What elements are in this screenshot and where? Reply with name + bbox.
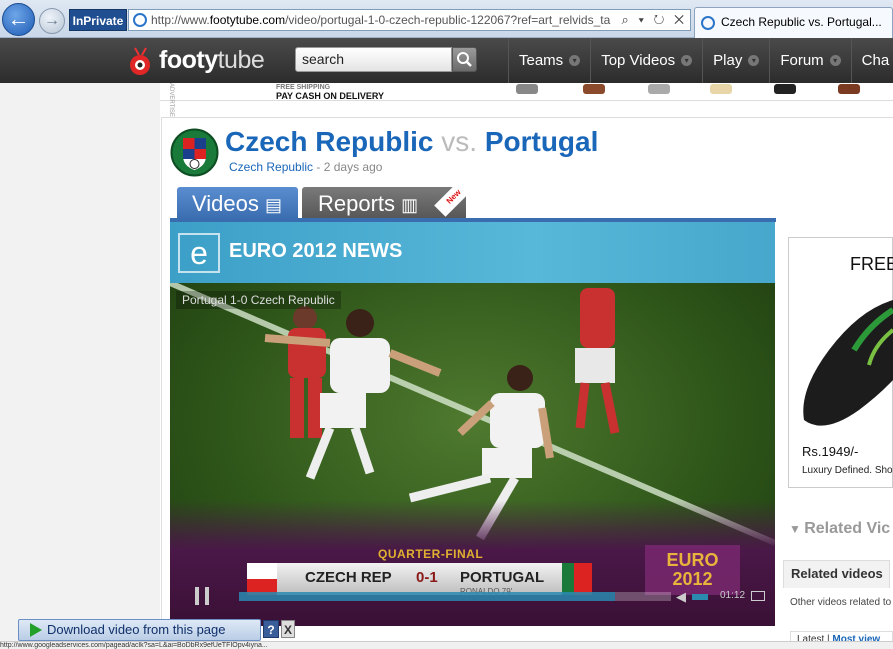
czech-flag-icon [247, 563, 277, 595]
euro-logo-line-2: 2012 [672, 569, 713, 589]
status-bar: http://www.googleadservices.com/pagead/a… [0, 641, 893, 649]
volume-slider[interactable] [692, 594, 708, 600]
ad-line-2: PAY CASH ON DELIVERY [276, 91, 385, 101]
nav-label: Forum [780, 51, 824, 69]
site-logo[interactable]: footytube [159, 46, 265, 75]
nav-label: Cha [861, 51, 890, 69]
browser-tab[interactable]: Czech Republic vs. Portugal... [694, 7, 893, 38]
czech-crest-icon[interactable] [170, 128, 219, 177]
left-gutter [0, 83, 160, 649]
address-bar[interactable]: http://www.footytube.com/video/portugal-… [128, 9, 691, 31]
ad-strip-text[interactable]: FREE SHIPPING PAY CASH ON DELIVERY [276, 83, 384, 101]
nav-label: Top Videos [601, 51, 676, 69]
forward-button[interactable]: → [39, 8, 65, 34]
tab-videos[interactable]: Videos ▤ [177, 187, 298, 220]
score-value: 0-1 [416, 569, 438, 586]
play-icon [30, 623, 42, 637]
search-button[interactable] [452, 47, 477, 72]
clipboard-icon: ▥ [401, 195, 419, 215]
nav-play[interactable]: Play ▾ [702, 38, 769, 83]
volume-icon[interactable]: ◀ [676, 589, 686, 605]
time-ago: - 2 days ago [316, 160, 383, 174]
search-input[interactable]: search [295, 47, 452, 72]
url-text: http://www.footytube.com/video/portugal-… [151, 10, 621, 30]
pause-button[interactable] [195, 587, 209, 605]
score-away-team: PORTUGAL [460, 569, 545, 586]
stage-label: QUARTER-FINAL [378, 547, 484, 561]
shoe-thumbnail[interactable] [516, 84, 538, 94]
shoe-thumbnail[interactable] [648, 84, 670, 94]
tab-title: Czech Republic vs. Portugal... [721, 15, 882, 29]
collapse-arrow-icon: ▼ [789, 522, 805, 536]
away-team-title[interactable]: Portugal [485, 126, 599, 157]
fullscreen-icon[interactable] [751, 591, 765, 601]
inprivate-badge[interactable]: InPrivate [69, 9, 127, 31]
url-path: /video/portugal-1-0-czech-republic-12206… [285, 13, 611, 27]
euro-logo-line-1: EURO [666, 550, 719, 570]
video-time: 01:12 [720, 590, 746, 601]
chevron-down-icon: ▾ [681, 55, 693, 66]
related-videos-heading[interactable]: ▼ Related Vic [789, 520, 890, 538]
euro-news-title: EURO 2012 NEWS [229, 240, 403, 262]
chevron-down-icon: ▾ [829, 55, 841, 66]
main-nav: Teams ▾ Top Videos ▾ Play ▾ Forum ▾ Cha [508, 38, 893, 83]
nav-label: Teams [519, 51, 564, 69]
ad-headline[interactable]: FREE [850, 254, 893, 275]
page-title: Czech Republic vs. Portugal [225, 126, 598, 158]
help-button[interactable]: ? [263, 620, 279, 638]
shoe-ad-image[interactable] [799, 280, 893, 440]
address-actions-icon[interactable]: ⌕ ▾ ↻ ✕ [622, 10, 687, 30]
score-home-team: CZECH REP [305, 569, 392, 586]
portugal-flag-icon [562, 563, 592, 595]
url-prefix: http://www. [151, 13, 210, 27]
logo-light: tube [217, 46, 265, 74]
related-heading-label: Related Vic [804, 520, 891, 537]
video-progress-bar[interactable] [239, 592, 615, 601]
team-link[interactable]: Czech Republic [229, 160, 313, 174]
shoe-thumbnail[interactable] [710, 84, 732, 94]
player-figure [575, 288, 620, 434]
film-icon: ▤ [265, 195, 283, 215]
back-button[interactable]: ← [2, 3, 35, 36]
euro-news-logo-icon: e [178, 233, 220, 273]
search-icon [457, 52, 472, 67]
ie-tab-icon [701, 15, 715, 30]
video-caption: Portugal 1-0 Czech Republic [176, 291, 341, 309]
download-video-button[interactable]: Download video from this page [18, 619, 261, 641]
video-progress-remaining[interactable] [615, 592, 671, 601]
footytube-logo-icon[interactable] [127, 46, 153, 76]
home-team-title[interactable]: Czech Republic [225, 126, 433, 157]
shoe-thumbnail[interactable] [774, 84, 796, 94]
related-description: Other videos related to [790, 597, 892, 608]
nav-top-videos[interactable]: Top Videos ▾ [590, 38, 702, 83]
tab-label: Videos [192, 191, 259, 216]
close-button[interactable]: X [281, 620, 295, 638]
url-domain: footytube.com [209, 13, 286, 27]
nav-forum[interactable]: Forum ▾ [769, 38, 850, 83]
shoe-thumbnail[interactable] [583, 84, 605, 94]
tab-label: Reports [318, 191, 396, 216]
ie-page-icon [133, 13, 147, 27]
nav-chat[interactable]: Cha [850, 38, 893, 83]
shoe-thumbnail[interactable] [838, 84, 860, 94]
euro-2012-logo: EURO 2012 [645, 545, 740, 595]
chevron-down-icon: ▾ [569, 55, 581, 66]
match-meta: Czech Republic - 2 days ago [229, 160, 382, 174]
nav-teams[interactable]: Teams ▾ [508, 38, 590, 83]
ad-price[interactable]: Rs.1949/- [802, 444, 858, 459]
chevron-down-icon: ▾ [748, 55, 760, 66]
tab-related-videos[interactable]: Related videos [783, 560, 890, 588]
vs-label: vs. [441, 126, 478, 157]
logo-bold: footy [159, 46, 218, 74]
ad-tagline[interactable]: Luxury Defined. Sho [802, 465, 893, 476]
nav-label: Play [713, 51, 743, 69]
